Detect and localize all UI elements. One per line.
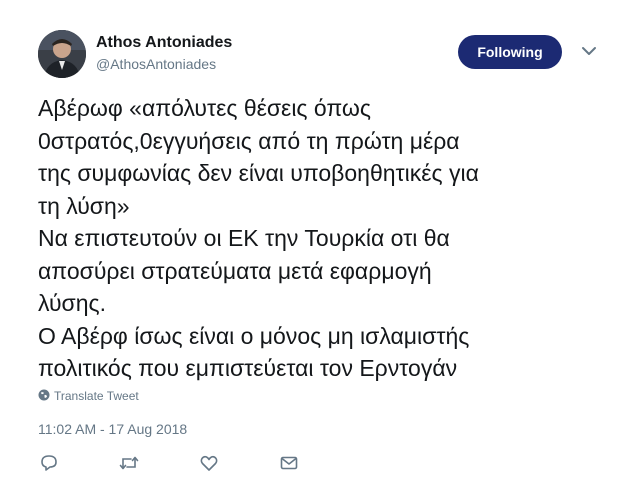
tweet-line: 0στρατός,0εγγυήσεις από τη πρώτη μέρα: [38, 127, 460, 154]
like-icon[interactable]: [198, 452, 220, 474]
tweet-timestamp[interactable]: 11:02 AM - 17 Aug 2018: [38, 420, 187, 438]
translate-label: Translate Tweet: [54, 389, 139, 403]
tweet-text: Αβέρωφ «απόλυτες θέσεις όπως 0στρατός,0ε…: [38, 92, 608, 385]
direct-message-icon[interactable]: [278, 452, 300, 474]
tweet-line: της συμφωνίας δεν είναι υποβοηθητικές γι…: [38, 160, 479, 186]
globe-icon: [38, 389, 50, 404]
tweet-line: αποσύρει στρατεύματα μετά εφαρμογή: [38, 257, 432, 284]
avatar[interactable]: [38, 30, 86, 78]
retweet-icon[interactable]: [118, 452, 140, 474]
reply-icon[interactable]: [38, 452, 60, 474]
tweet-line: λύσης.: [38, 290, 106, 316]
following-button[interactable]: Following: [458, 35, 562, 69]
tweet-line: Αβέρωφ «απόλυτες θέσεις όπως: [38, 95, 371, 121]
tweet-line: Να επιστευτούν οι ΕΚ την Τουρκία οτι θα: [38, 225, 450, 251]
tweet-line: πολιτικός που εμπιστεύεται τον Ερντογάν: [38, 355, 458, 381]
author-name[interactable]: Athos Antoniades: [96, 33, 232, 53]
tweet-line: Ο Αβέρφ ίσως είναι ο μόνος μη ισλαμιστής: [38, 322, 470, 349]
author-handle[interactable]: @AthosAntoniades: [96, 55, 216, 73]
translate-tweet-link[interactable]: Translate Tweet: [38, 388, 139, 404]
chevron-down-icon[interactable]: [580, 44, 598, 58]
tweet-line: τη λύση»: [38, 192, 130, 219]
